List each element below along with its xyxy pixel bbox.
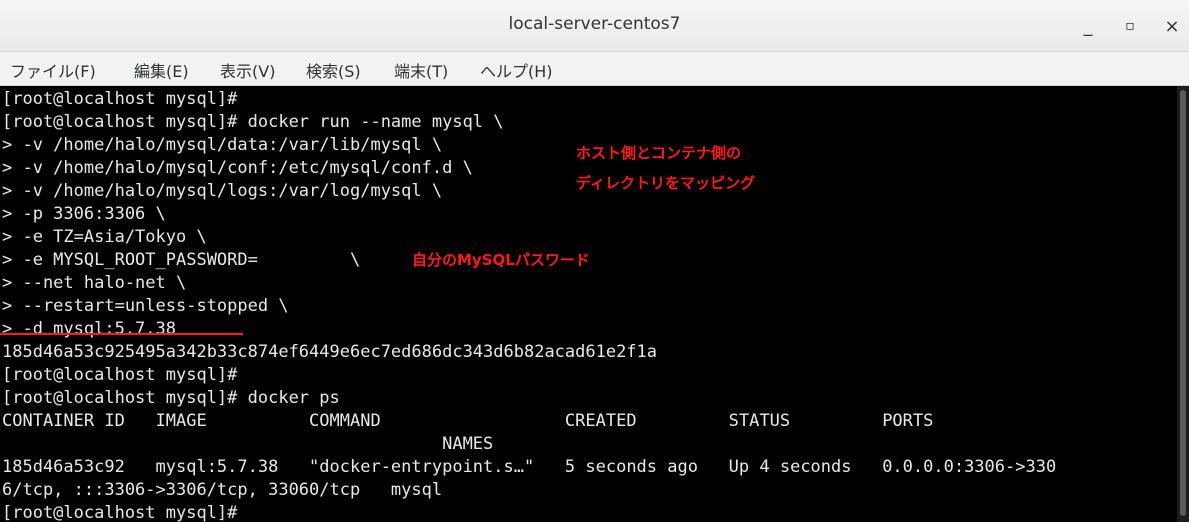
terminal-scrollbar[interactable]: [1177, 86, 1189, 522]
menu-search[interactable]: 検索(S): [306, 58, 361, 82]
tz-underline: [0, 333, 243, 335]
terminal-line: > -d mysql:5.7.38: [2, 319, 176, 339]
terminal-line: [root@localhost mysql]#: [2, 365, 238, 385]
terminal-line: 185d46a53c925495a342b33c874ef6449e6ec7ed…: [2, 342, 658, 362]
terminal-line: > -v /home/halo/mysql/conf:/etc/mysql/co…: [2, 158, 473, 178]
terminal-line: CONTAINER ID IMAGE COMMAND CREATED STATU…: [2, 411, 934, 431]
menu-terminal[interactable]: 端末(T): [394, 58, 448, 82]
terminal-line: > -e MYSQL_ROOT_PASSWORD= \: [2, 250, 361, 270]
terminal-line: [root@localhost mysql]# docker run --nam…: [2, 112, 504, 132]
title-bar[interactable]: local-server-centos7 _ ▫ ×: [0, 0, 1189, 52]
annotation-volume-line2: ディレクトリをマッピング: [576, 174, 755, 192]
terminal-line: > -p 3306:3306 \: [2, 204, 166, 224]
close-icon: ×: [1164, 15, 1180, 37]
terminal-window: local-server-centos7 _ ▫ × ファイル(F) 編集(E)…: [0, 0, 1189, 522]
window-title: local-server-centos7: [508, 14, 681, 34]
scrollbar-thumb[interactable]: [1180, 90, 1186, 516]
annotation-password: 自分のMySQLパスワード: [412, 251, 590, 269]
terminal-line: > -v /home/halo/mysql/data:/var/lib/mysq…: [2, 135, 443, 155]
terminal-line: [root@localhost mysql]#: [2, 89, 238, 109]
terminal-line: [root@localhost mysql]# docker ps: [2, 388, 340, 408]
menu-bar: ファイル(F) 編集(E) 表示(V) 検索(S) 端末(T) ヘルプ(H): [0, 52, 1189, 86]
menu-help[interactable]: ヘルプ(H): [480, 58, 553, 82]
close-button[interactable]: ×: [1158, 12, 1186, 40]
terminal-line: 185d46a53c92 mysql:5.7.38 "docker-entryp…: [2, 457, 1057, 477]
menu-view[interactable]: 表示(V): [220, 58, 275, 82]
maximize-icon: ▫: [1125, 18, 1135, 34]
terminal-line: > --restart=unless-stopped \: [2, 296, 289, 316]
minimize-icon: _: [1083, 15, 1093, 37]
maximize-button[interactable]: ▫: [1116, 12, 1144, 40]
terminal-line: > --net halo-net \: [2, 273, 187, 293]
minimize-button[interactable]: _: [1074, 12, 1102, 40]
terminal-output[interactable]: [root@localhost mysql]# [root@localhost …: [0, 86, 1177, 522]
terminal-line: > -v /home/halo/mysql/logs:/var/log/mysq…: [2, 181, 443, 201]
terminal-line: 6/tcp, :::3306->3306/tcp, 33060/tcp mysq…: [2, 480, 443, 500]
menu-file[interactable]: ファイル(F): [10, 58, 96, 82]
terminal-line: NAMES: [2, 434, 494, 454]
terminal-line: > -e TZ=Asia/Tokyo \: [2, 227, 207, 247]
terminal-line: [root@localhost mysql]#: [2, 503, 238, 522]
annotation-volume-line1: ホスト側とコンテナ側の: [576, 144, 742, 162]
menu-edit[interactable]: 編集(E): [134, 58, 189, 82]
